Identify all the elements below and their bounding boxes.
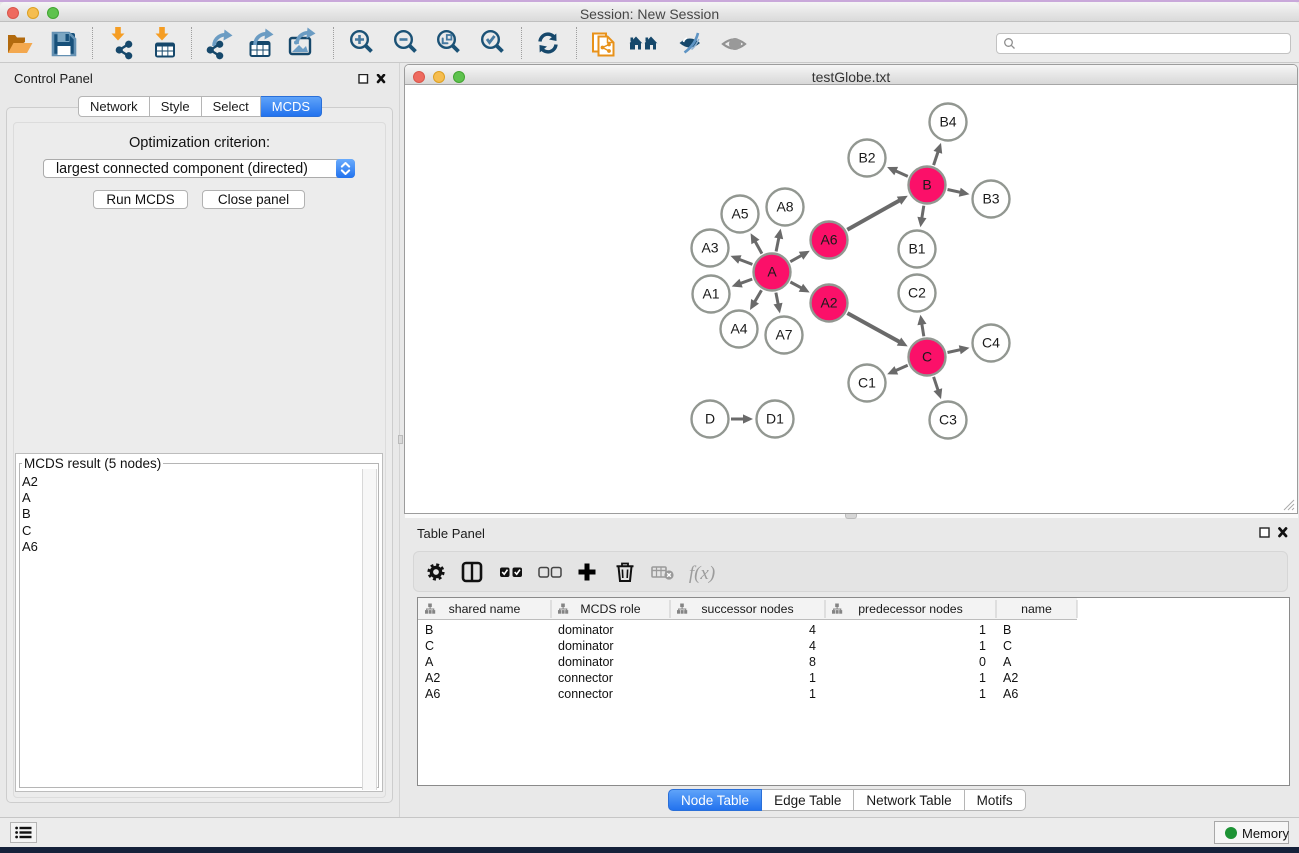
- svg-text:predecessor nodes: predecessor nodes: [858, 602, 963, 616]
- svg-text:A4: A4: [730, 321, 747, 337]
- svg-text:C3: C3: [939, 412, 957, 428]
- svg-text:D1: D1: [766, 411, 784, 427]
- svg-text:C: C: [922, 349, 932, 365]
- svg-text:A5: A5: [731, 206, 748, 222]
- svg-text:name: name: [1021, 602, 1052, 616]
- svg-text:C1: C1: [858, 375, 876, 391]
- svg-text:B3: B3: [982, 191, 999, 207]
- svg-text:A: A: [767, 264, 777, 280]
- svg-text:B: B: [922, 177, 931, 193]
- svg-text:A1: A1: [702, 286, 719, 302]
- svg-text:MCDS role: MCDS role: [580, 602, 640, 616]
- svg-text:shared name: shared name: [449, 602, 521, 616]
- svg-text:successor nodes: successor nodes: [701, 602, 793, 616]
- svg-text:A7: A7: [775, 327, 792, 343]
- svg-text:A8: A8: [776, 199, 793, 215]
- svg-text:B1: B1: [908, 241, 925, 257]
- svg-text:f(x): f(x): [689, 563, 715, 584]
- svg-text:A3: A3: [701, 240, 718, 256]
- svg-text:C2: C2: [908, 285, 926, 301]
- svg-text:B4: B4: [939, 114, 956, 130]
- svg-text:A2: A2: [820, 295, 837, 311]
- svg-text:C4: C4: [982, 335, 1000, 351]
- svg-text:B2: B2: [858, 150, 875, 166]
- svg-text:D: D: [705, 411, 715, 427]
- svg-text:A6: A6: [820, 232, 837, 248]
